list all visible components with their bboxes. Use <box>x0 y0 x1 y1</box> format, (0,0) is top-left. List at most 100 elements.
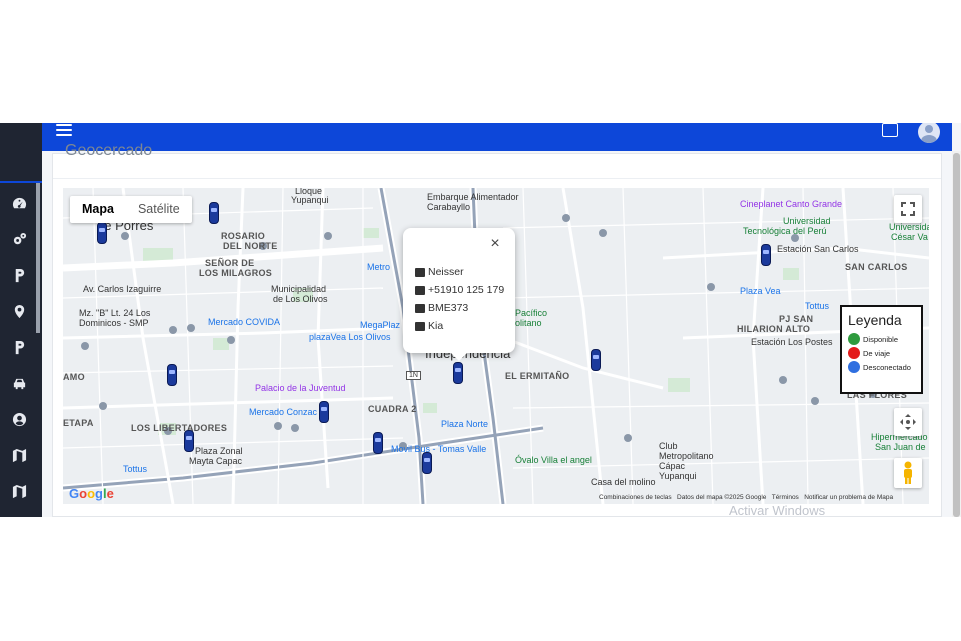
page-title: Geocercado <box>65 142 153 159</box>
translate-icon[interactable] <box>882 123 898 137</box>
sidebar-item-settings[interactable] <box>8 228 30 250</box>
map-label: Yupanqui <box>659 471 697 481</box>
map-label: PJ SAN <box>779 314 814 324</box>
vehicle-marker[interactable] <box>319 401 329 423</box>
camera-control-button[interactable] <box>894 408 922 436</box>
map-label: Dominicos - SMP <box>79 318 149 328</box>
map-label: Embarque Alimentador <box>427 192 519 202</box>
map-data-text: Datos del mapa ©2025 Google <box>677 494 767 501</box>
google-logo[interactable]: Google <box>69 486 114 501</box>
street-view-pegman[interactable] <box>894 458 922 488</box>
map-label: Mercado COVIDA <box>208 317 281 327</box>
legend-item: Desconectado <box>848 360 915 374</box>
location-pin-icon <box>14 304 24 318</box>
map-label: Plaza Vea <box>740 286 781 296</box>
scrollbar-thumb[interactable] <box>953 153 960 517</box>
legend-label: Disponible <box>863 334 899 344</box>
report-problem-link[interactable]: Notificar un problema de Mapa <box>804 494 893 501</box>
user-avatar-icon[interactable] <box>918 123 940 143</box>
map-label: Óvalo Villa el angel <box>515 455 592 465</box>
map-label: San Juan de <box>875 442 926 452</box>
map-icon <box>12 484 26 498</box>
popup-brand-name: Kia <box>428 320 444 332</box>
vehicle-marker[interactable] <box>591 349 601 371</box>
page-scrollbar[interactable] <box>952 151 961 517</box>
sidebar-item-vehicles[interactable] <box>8 372 30 394</box>
map-label: Estación Los Postes <box>751 337 833 347</box>
keyboard-shortcuts-link[interactable]: Combinaciones de teclas <box>599 494 672 501</box>
map-canvas[interactable]: Lloque Yupanqui Embarque Alimentador Car… <box>63 188 929 504</box>
vehicle-marker[interactable] <box>373 432 383 454</box>
car-icon <box>13 378 25 389</box>
legend-item: Disponible <box>848 332 915 346</box>
windows-activation-watermark: Activar Windows <box>729 503 826 518</box>
popup-driver-name: Neisser <box>428 266 464 278</box>
map-label: EL ERMITAÑO <box>505 371 570 381</box>
sidebar-scrollbar[interactable] <box>36 183 40 333</box>
map-label: Tecnológica del Perú <box>743 226 827 236</box>
top-navbar <box>42 123 952 151</box>
map-label: Tottus <box>805 301 830 311</box>
sidebar-item-routes-2[interactable] <box>8 336 30 358</box>
card-divider <box>53 178 941 179</box>
user-circle-icon <box>12 412 26 426</box>
legend-item: De viaje <box>848 346 915 360</box>
vehicle-marker[interactable] <box>453 362 463 384</box>
map-type-satellite-button[interactable]: Satélite <box>126 196 192 223</box>
map-type-control: Mapa Satélite <box>70 196 192 223</box>
map-label: SAN CARLOS <box>845 262 908 272</box>
popup-plate: BME373 <box>415 302 468 314</box>
map-label: Movil Bus - Tomas Valle <box>391 444 487 454</box>
map-label: CUADRA 2 <box>368 404 417 414</box>
vehicle-marker[interactable] <box>184 430 194 452</box>
plate-icon <box>415 303 425 313</box>
terms-link[interactable]: Términos <box>772 494 799 501</box>
sidebar-item-map[interactable] <box>8 444 30 466</box>
map-label: César Va <box>891 232 928 242</box>
map-label: Cineplanet Canto Grande <box>740 199 843 209</box>
move-arrows-icon <box>900 414 916 430</box>
hamburger-icon[interactable] <box>56 124 72 138</box>
sidebar-item-routes[interactable] <box>8 264 30 286</box>
sidebar-item-map-2[interactable] <box>8 480 30 502</box>
sidebar-item-users[interactable] <box>8 408 30 430</box>
map-label: Av. Carlos Izaguirre <box>83 284 162 294</box>
sidebar-item-locations[interactable] <box>8 300 30 322</box>
map-label: Metro <box>367 262 391 272</box>
map-label: Estación San Carlos <box>777 244 859 254</box>
legend-label: Desconectado <box>863 362 911 372</box>
map-label: Tottus <box>123 464 148 474</box>
vehicle-marker[interactable] <box>209 202 219 224</box>
popup-phone: +51910 125 179 <box>415 284 504 296</box>
truck-icon <box>415 321 425 331</box>
map-label: Palacio de la Juventud <box>255 383 346 393</box>
pegman-icon <box>904 461 912 484</box>
vehicle-marker[interactable] <box>761 244 771 266</box>
route-icon <box>15 268 24 282</box>
vehicle-marker[interactable] <box>97 222 107 244</box>
legend-title: Leyenda <box>848 312 902 328</box>
map-label: de Los Olivos <box>273 294 328 304</box>
map-type-map-button[interactable]: Mapa <box>70 196 126 223</box>
map-label: plazaVea Los Olivos <box>309 332 391 342</box>
popup-plate-number: BME373 <box>428 302 469 314</box>
vehicle-marker[interactable] <box>422 452 432 474</box>
fullscreen-button[interactable] <box>894 195 922 223</box>
vehicle-marker[interactable] <box>167 364 177 386</box>
map-label: Pacífico <box>515 308 548 318</box>
map-label: Carabayllo <box>427 202 471 212</box>
map-label: ETAPA <box>63 418 94 428</box>
map-label: Yupanqui <box>291 195 329 205</box>
map-label: Mayta Capac <box>189 456 243 466</box>
map-label: ROSARIO <box>221 231 266 241</box>
map-label: Club <box>659 441 678 451</box>
sidebar <box>0 123 42 517</box>
legend-dot-green <box>848 333 860 345</box>
map-label: LOS LIBERTADORES <box>131 423 228 433</box>
map-label: Mercado Conzac <box>249 407 318 417</box>
sidebar-item-dashboard[interactable] <box>8 192 30 214</box>
map-label: DEL NORTE <box>223 241 278 251</box>
map-label: Plaza Zonal <box>195 446 243 456</box>
map-label: Mz. "B" Lt. 24 Los <box>79 308 151 318</box>
close-icon[interactable]: × <box>487 236 503 252</box>
